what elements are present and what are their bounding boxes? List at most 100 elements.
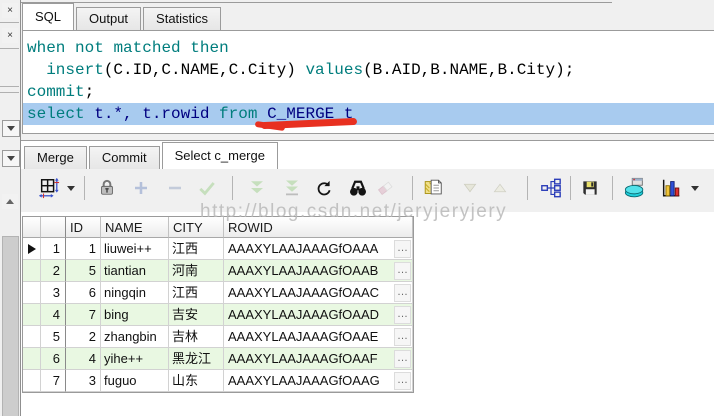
plsql-developer-window: × × SQL Output Statistics when not match…: [0, 0, 714, 416]
fetch-next-page-icon[interactable]: [244, 174, 270, 202]
id-cell[interactable]: 5: [66, 260, 101, 282]
post-changes-icon[interactable]: [194, 174, 220, 202]
code-line-4[interactable]: select t.*, t.rowid from C_MERGE t: [23, 103, 714, 125]
code-line-2[interactable]: insert(C.ID,C.NAME,C.City) values(B.AID,…: [23, 59, 714, 81]
city-cell[interactable]: 江西: [169, 282, 224, 304]
chart-dropdown-icon[interactable]: [688, 174, 702, 202]
name-cell[interactable]: yihe++: [101, 348, 169, 370]
tab-output[interactable]: Output: [76, 7, 142, 30]
toolbar-separator: [612, 176, 613, 200]
find-icon[interactable]: [345, 174, 371, 202]
rowid-cell[interactable]: AAAXYLAAJAAAGfOAAG…: [224, 370, 413, 392]
scrollbar-thumb[interactable]: [2, 236, 19, 416]
row-selector-cell[interactable]: [23, 348, 41, 370]
tab-commit[interactable]: Commit: [88, 146, 160, 169]
id-cell[interactable]: 3: [66, 370, 101, 392]
table-row[interactable]: 6 4 yihe++ 黑龙江 AAAXYLAAJAAAGfOAAF…: [23, 348, 413, 370]
refresh-icon[interactable]: [311, 174, 337, 202]
table-row[interactable]: 7 3 fuguo 山东 AAAXYLAAJAAAGfOAAG…: [23, 370, 413, 392]
city-cell[interactable]: 河南: [169, 260, 224, 282]
id-cell[interactable]: 6: [66, 282, 101, 304]
copy-results-icon[interactable]: [420, 174, 446, 202]
name-cell[interactable]: ningqin: [101, 282, 169, 304]
chevron-down-icon[interactable]: [2, 120, 20, 137]
export-results-icon[interactable]: [622, 174, 648, 202]
tab-select-c-merge[interactable]: Select c_merge: [161, 142, 278, 169]
erase-icon[interactable]: [372, 174, 398, 202]
chart-icon[interactable]: [658, 174, 684, 202]
rowid-cell[interactable]: AAAXYLAAJAAAGfOAAD…: [224, 304, 413, 326]
row-number-cell[interactable]: 3: [41, 282, 66, 304]
table-row[interactable]: 4 7 bing 吉安 AAAXYLAAJAAAGfOAAD…: [23, 304, 413, 326]
row-selector-cell[interactable]: [23, 238, 41, 260]
scroll-up-icon[interactable]: [2, 194, 18, 209]
single-record-view-icon[interactable]: [538, 174, 564, 202]
table-row[interactable]: 5 2 zhangbin 吉林 AAAXYLAAJAAAGfOAAE…: [23, 326, 413, 348]
code-line-3[interactable]: commit;: [23, 81, 714, 103]
rowid-cell[interactable]: AAAXYLAAJAAAGfOAAB…: [224, 260, 413, 282]
tab-statistics[interactable]: Statistics: [143, 7, 222, 30]
row-selector-cell[interactable]: [23, 370, 41, 392]
city-cell[interactable]: 山东: [169, 370, 224, 392]
name-cell[interactable]: tiantian: [101, 260, 169, 282]
id-cell[interactable]: 4: [66, 348, 101, 370]
grid-header-selector[interactable]: [23, 217, 41, 238]
rowid-cell[interactable]: AAAXYLAAJAAAGfOAAF…: [224, 348, 413, 370]
grid-layout-icon[interactable]: [36, 174, 62, 202]
row-selector-cell[interactable]: [23, 260, 41, 282]
row-selector-cell[interactable]: [23, 304, 41, 326]
grid-layout-dropdown-icon[interactable]: [64, 174, 78, 202]
row-number-cell[interactable]: 2: [41, 260, 66, 282]
sort-ascending-icon[interactable]: [487, 174, 513, 202]
chevron-down-icon[interactable]: [2, 150, 20, 167]
rowid-cell[interactable]: AAAXYLAAJAAAGfOAAE…: [224, 326, 413, 348]
id-cell[interactable]: 7: [66, 304, 101, 326]
city-cell[interactable]: 吉安: [169, 304, 224, 326]
rowid-ellipsis-button[interactable]: …: [394, 240, 411, 258]
sql-editor[interactable]: when not matched then insert(C.ID,C.NAME…: [22, 30, 714, 134]
delete-record-icon[interactable]: [162, 174, 188, 202]
table-row[interactable]: 1 1 liuwei++ 江西 AAAXYLAAJAAAGfOAAA…: [23, 238, 413, 260]
close-icon[interactable]: ×: [2, 3, 18, 18]
rowid-ellipsis-button[interactable]: …: [394, 350, 411, 368]
name-cell[interactable]: zhangbin: [101, 326, 169, 348]
name-cell[interactable]: bing: [101, 304, 169, 326]
row-number-cell[interactable]: 7: [41, 370, 66, 392]
city-cell[interactable]: 吉林: [169, 326, 224, 348]
city-cell[interactable]: 黑龙江: [169, 348, 224, 370]
row-selector-cell[interactable]: [23, 282, 41, 304]
name-cell[interactable]: liuwei++: [101, 238, 169, 260]
row-number-cell[interactable]: 6: [41, 348, 66, 370]
sort-descending-icon[interactable]: [457, 174, 483, 202]
fetch-last-page-icon[interactable]: [279, 174, 305, 202]
rowid-cell[interactable]: AAAXYLAAJAAAGfOAAC…: [224, 282, 413, 304]
close-icon[interactable]: ×: [2, 28, 18, 43]
id-cell[interactable]: 2: [66, 326, 101, 348]
tab-sql[interactable]: SQL: [22, 3, 75, 30]
id-cell[interactable]: 1: [66, 238, 101, 260]
grid-header-id[interactable]: ID: [66, 217, 101, 238]
row-number-cell[interactable]: 5: [41, 326, 66, 348]
row-number-cell[interactable]: 4: [41, 304, 66, 326]
lock-icon[interactable]: [94, 174, 120, 202]
grid-header-name[interactable]: NAME: [101, 217, 169, 238]
save-results-icon[interactable]: [577, 174, 603, 202]
grid-header-city[interactable]: CITY: [169, 217, 224, 238]
grid-header-rowid[interactable]: ROWID: [224, 217, 413, 238]
tab-merge[interactable]: Merge: [24, 146, 87, 169]
name-cell[interactable]: fuguo: [101, 370, 169, 392]
rowid-ellipsis-button[interactable]: …: [394, 372, 411, 390]
rowid-ellipsis-button[interactable]: …: [394, 284, 411, 302]
row-number-cell[interactable]: 1: [41, 238, 66, 260]
rowid-ellipsis-button[interactable]: …: [394, 328, 411, 346]
rowid-ellipsis-button[interactable]: …: [394, 306, 411, 324]
city-cell[interactable]: 江西: [169, 238, 224, 260]
table-row[interactable]: 2 5 tiantian 河南 AAAXYLAAJAAAGfOAAB…: [23, 260, 413, 282]
rowid-cell[interactable]: AAAXYLAAJAAAGfOAAA…: [224, 238, 413, 260]
add-record-icon[interactable]: [128, 174, 154, 202]
code-line-1[interactable]: when not matched then: [23, 37, 714, 59]
rowid-ellipsis-button[interactable]: …: [394, 262, 411, 280]
row-selector-cell[interactable]: [23, 326, 41, 348]
grid-header-rownum[interactable]: [41, 217, 66, 238]
table-row[interactable]: 3 6 ningqin 江西 AAAXYLAAJAAAGfOAAC…: [23, 282, 413, 304]
